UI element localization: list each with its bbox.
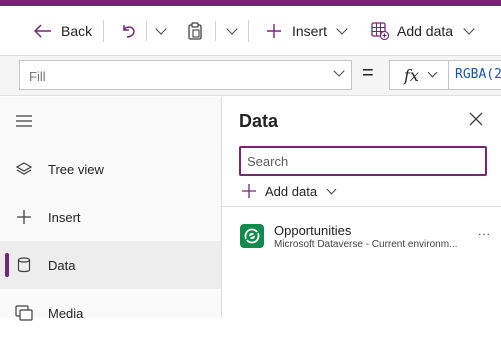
dataverse-icon xyxy=(240,224,264,248)
add-data-label: Add data xyxy=(265,183,318,199)
table-add-icon xyxy=(371,21,389,40)
data-source-name: Opportunities xyxy=(274,223,352,238)
chevron-down-icon xyxy=(226,22,238,35)
paste-button[interactable] xyxy=(175,6,215,55)
back-button[interactable]: Back xyxy=(0,6,103,55)
add-data-label: Add data xyxy=(397,22,454,39)
search-input[interactable] xyxy=(241,148,485,174)
hamburger-button[interactable] xyxy=(0,97,221,145)
layers-icon xyxy=(0,161,48,177)
nav-item-data[interactable]: Data xyxy=(0,241,221,289)
property-value: Fill xyxy=(29,69,46,84)
hamburger-icon xyxy=(0,115,48,127)
undo-icon xyxy=(123,24,135,38)
undo-button[interactable] xyxy=(104,6,146,55)
back-arrow-icon xyxy=(34,23,51,38)
media-icon xyxy=(0,305,48,321)
clipboard-icon xyxy=(188,21,202,40)
undo-dropdown-button[interactable] xyxy=(147,6,175,55)
plus-icon xyxy=(242,184,256,198)
left-nav: Tree view Insert Data Media xyxy=(0,97,222,321)
nav-item-label: Tree view xyxy=(48,161,104,177)
nav-item-label: Data xyxy=(48,257,76,273)
nav-item-tree-view[interactable]: Tree view xyxy=(0,145,221,193)
divider xyxy=(222,206,501,207)
active-indicator xyxy=(5,253,9,277)
chevron-down-icon xyxy=(155,22,167,35)
paste-dropdown-button[interactable] xyxy=(216,6,248,55)
chevron-down-icon xyxy=(463,22,475,35)
search-box[interactable] xyxy=(239,146,487,176)
nav-item-label: Insert xyxy=(48,209,81,225)
formula-input[interactable]: RGBA(2 xyxy=(449,60,501,90)
back-label: Back xyxy=(61,22,93,39)
data-source-subtitle: Microsoft Dataverse - Current environm..… xyxy=(274,239,458,250)
chevron-down-icon xyxy=(326,184,337,194)
fx-button[interactable]: fx xyxy=(389,60,449,90)
nav-item-insert[interactable]: Insert xyxy=(0,193,221,241)
chevron-down-icon xyxy=(336,22,348,35)
close-icon xyxy=(469,112,483,126)
property-dropdown[interactable]: Fill xyxy=(19,60,352,90)
chevron-down-icon xyxy=(427,67,438,78)
equals-sign: = xyxy=(362,62,374,84)
plus-icon xyxy=(0,209,48,225)
fx-label: fx xyxy=(404,66,419,85)
chevron-down-icon xyxy=(333,65,345,77)
close-button[interactable] xyxy=(469,112,483,131)
nav-item-media[interactable]: Media xyxy=(0,289,221,337)
add-data-button[interactable]: Add data xyxy=(361,6,475,55)
nav-item-label: Media xyxy=(48,305,84,321)
insert-button[interactable]: Insert xyxy=(249,6,361,55)
data-panel: Data Add data Opportunities Microsoft Da… xyxy=(222,97,501,318)
plus-icon xyxy=(267,23,281,38)
panel-add-data-button[interactable]: Add data xyxy=(241,183,337,199)
panel-title: Data xyxy=(239,111,279,131)
data-source-item[interactable]: Opportunities Microsoft Dataverse - Curr… xyxy=(240,222,498,256)
more-options-button[interactable]: ... xyxy=(478,224,491,238)
command-bar: Back Insert Add data xyxy=(0,6,501,56)
formula-bar: Fill = fx RGBA(2 xyxy=(0,56,501,96)
insert-label: Insert xyxy=(292,22,328,39)
